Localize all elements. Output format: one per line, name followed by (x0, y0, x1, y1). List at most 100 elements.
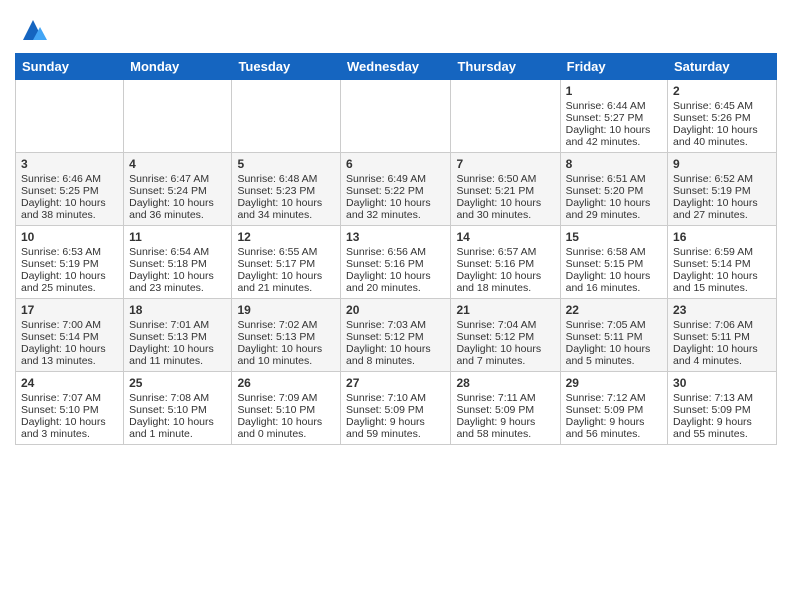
day-info: Daylight: 10 hours (673, 270, 771, 282)
day-info: and 30 minutes. (456, 209, 554, 221)
day-info: Sunset: 5:11 PM (673, 331, 771, 343)
day-info: Sunset: 5:21 PM (456, 185, 554, 197)
day-info: and 32 minutes. (346, 209, 445, 221)
day-info: Daylight: 10 hours (456, 197, 554, 209)
calendar-cell: 27Sunrise: 7:10 AMSunset: 5:09 PMDayligh… (341, 372, 451, 445)
day-info: Daylight: 10 hours (346, 197, 445, 209)
day-info: Sunrise: 6:53 AM (21, 246, 118, 258)
day-number: 19 (237, 303, 335, 317)
calendar-cell: 8Sunrise: 6:51 AMSunset: 5:20 PMDaylight… (560, 153, 667, 226)
day-info: Sunrise: 6:52 AM (673, 173, 771, 185)
day-info: and 10 minutes. (237, 355, 335, 367)
day-info: Sunrise: 6:44 AM (566, 100, 662, 112)
day-info: Sunrise: 7:11 AM (456, 392, 554, 404)
day-info: Daylight: 10 hours (21, 416, 118, 428)
day-info: Sunrise: 6:46 AM (21, 173, 118, 185)
calendar-cell: 1Sunrise: 6:44 AMSunset: 5:27 PMDaylight… (560, 80, 667, 153)
day-number: 1 (566, 84, 662, 98)
day-info: Sunrise: 7:06 AM (673, 319, 771, 331)
calendar-cell: 14Sunrise: 6:57 AMSunset: 5:16 PMDayligh… (451, 226, 560, 299)
day-info: Sunset: 5:12 PM (346, 331, 445, 343)
day-info: and 55 minutes. (673, 428, 771, 440)
day-info: and 1 minute. (129, 428, 226, 440)
day-info: and 25 minutes. (21, 282, 118, 294)
calendar-cell: 10Sunrise: 6:53 AMSunset: 5:19 PMDayligh… (16, 226, 124, 299)
day-info: and 7 minutes. (456, 355, 554, 367)
day-number: 25 (129, 376, 226, 390)
day-number: 11 (129, 230, 226, 244)
day-number: 26 (237, 376, 335, 390)
day-info: Sunset: 5:27 PM (566, 112, 662, 124)
calendar-cell: 30Sunrise: 7:13 AMSunset: 5:09 PMDayligh… (668, 372, 777, 445)
day-info: Daylight: 10 hours (673, 197, 771, 209)
weekday-header-wednesday: Wednesday (341, 54, 451, 80)
logo-icon (18, 15, 48, 45)
day-number: 17 (21, 303, 118, 317)
day-info: Daylight: 10 hours (129, 197, 226, 209)
day-info: Sunset: 5:13 PM (129, 331, 226, 343)
day-info: and 29 minutes. (566, 209, 662, 221)
weekday-header-tuesday: Tuesday (232, 54, 341, 80)
day-number: 24 (21, 376, 118, 390)
calendar-cell: 28Sunrise: 7:11 AMSunset: 5:09 PMDayligh… (451, 372, 560, 445)
calendar-cell: 7Sunrise: 6:50 AMSunset: 5:21 PMDaylight… (451, 153, 560, 226)
day-info: Sunrise: 7:09 AM (237, 392, 335, 404)
day-info: Daylight: 9 hours (566, 416, 662, 428)
calendar: SundayMondayTuesdayWednesdayThursdayFrid… (15, 53, 777, 445)
calendar-cell: 21Sunrise: 7:04 AMSunset: 5:12 PMDayligh… (451, 299, 560, 372)
calendar-cell (232, 80, 341, 153)
day-info: and 40 minutes. (673, 136, 771, 148)
day-number: 29 (566, 376, 662, 390)
day-info: and 8 minutes. (346, 355, 445, 367)
day-info: Sunrise: 7:03 AM (346, 319, 445, 331)
calendar-cell: 3Sunrise: 6:46 AMSunset: 5:25 PMDaylight… (16, 153, 124, 226)
calendar-cell: 12Sunrise: 6:55 AMSunset: 5:17 PMDayligh… (232, 226, 341, 299)
calendar-cell (16, 80, 124, 153)
day-info: and 3 minutes. (21, 428, 118, 440)
day-info: Sunrise: 6:51 AM (566, 173, 662, 185)
day-number: 15 (566, 230, 662, 244)
calendar-week-row: 10Sunrise: 6:53 AMSunset: 5:19 PMDayligh… (16, 226, 777, 299)
day-info: Daylight: 10 hours (129, 270, 226, 282)
day-info: and 11 minutes. (129, 355, 226, 367)
day-info: Sunset: 5:22 PM (346, 185, 445, 197)
day-info: and 38 minutes. (21, 209, 118, 221)
day-info: Sunrise: 7:02 AM (237, 319, 335, 331)
day-info: Sunset: 5:24 PM (129, 185, 226, 197)
day-info: Sunrise: 6:56 AM (346, 246, 445, 258)
day-info: and 16 minutes. (566, 282, 662, 294)
calendar-cell: 20Sunrise: 7:03 AMSunset: 5:12 PMDayligh… (341, 299, 451, 372)
day-info: Sunset: 5:19 PM (673, 185, 771, 197)
day-info: Daylight: 10 hours (129, 416, 226, 428)
day-info: Daylight: 9 hours (673, 416, 771, 428)
day-info: Sunrise: 7:01 AM (129, 319, 226, 331)
day-info: Sunrise: 7:04 AM (456, 319, 554, 331)
day-info: Daylight: 10 hours (346, 343, 445, 355)
logo (15, 15, 48, 45)
day-info: and 0 minutes. (237, 428, 335, 440)
calendar-cell: 26Sunrise: 7:09 AMSunset: 5:10 PMDayligh… (232, 372, 341, 445)
day-info: and 42 minutes. (566, 136, 662, 148)
day-info: Sunrise: 6:45 AM (673, 100, 771, 112)
calendar-cell: 18Sunrise: 7:01 AMSunset: 5:13 PMDayligh… (124, 299, 232, 372)
day-info: Sunrise: 7:13 AM (673, 392, 771, 404)
calendar-week-row: 1Sunrise: 6:44 AMSunset: 5:27 PMDaylight… (16, 80, 777, 153)
day-info: Sunset: 5:11 PM (566, 331, 662, 343)
day-info: Sunrise: 6:49 AM (346, 173, 445, 185)
day-info: Sunset: 5:09 PM (673, 404, 771, 416)
day-info: and 58 minutes. (456, 428, 554, 440)
calendar-cell: 29Sunrise: 7:12 AMSunset: 5:09 PMDayligh… (560, 372, 667, 445)
day-info: Daylight: 10 hours (237, 416, 335, 428)
day-info: Daylight: 10 hours (566, 343, 662, 355)
day-info: and 13 minutes. (21, 355, 118, 367)
weekday-header-thursday: Thursday (451, 54, 560, 80)
day-info: Daylight: 10 hours (237, 270, 335, 282)
day-info: and 20 minutes. (346, 282, 445, 294)
day-info: and 15 minutes. (673, 282, 771, 294)
page-container: SundayMondayTuesdayWednesdayThursdayFrid… (0, 0, 792, 460)
day-info: Daylight: 10 hours (129, 343, 226, 355)
calendar-week-row: 17Sunrise: 7:00 AMSunset: 5:14 PMDayligh… (16, 299, 777, 372)
calendar-cell: 2Sunrise: 6:45 AMSunset: 5:26 PMDaylight… (668, 80, 777, 153)
day-info: Daylight: 10 hours (566, 197, 662, 209)
day-info: Daylight: 10 hours (346, 270, 445, 282)
